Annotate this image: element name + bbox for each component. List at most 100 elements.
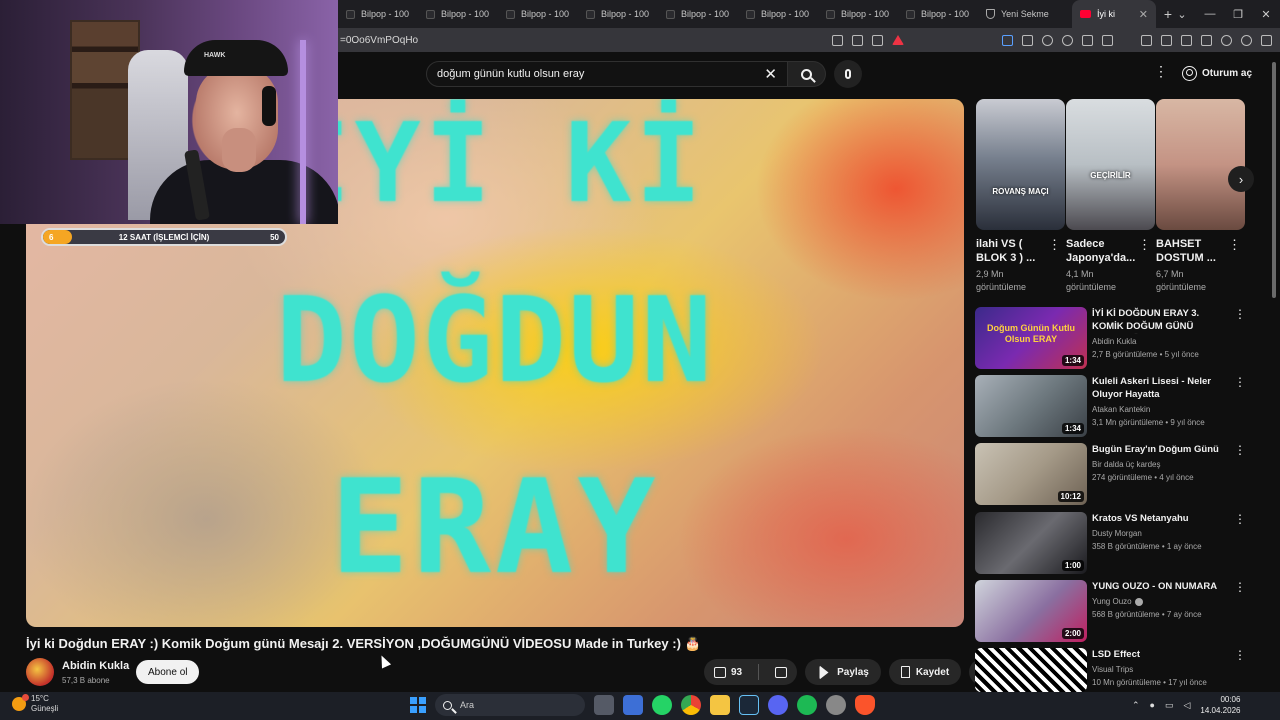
shield-icon[interactable] — [1241, 34, 1252, 46]
close-window-icon[interactable]: ✕ — [1252, 8, 1280, 21]
windows-start-icon[interactable] — [410, 697, 426, 713]
minimize-icon[interactable]: — — [1196, 8, 1224, 20]
close-tab-icon[interactable]: ✕ — [1139, 8, 1148, 21]
save-button[interactable]: Kaydet — [888, 659, 962, 685]
recommendation-thumbnail[interactable]: Doğum Günün Kutlu Olsun ERAY 1:34 — [975, 307, 1087, 369]
share-button[interactable]: Paylaş — [805, 659, 881, 685]
recommendation-channel[interactable]: Dusty Morgan — [1092, 529, 1142, 538]
extension-icon[interactable] — [1042, 34, 1053, 46]
channel-avatar[interactable] — [26, 658, 54, 686]
share-page-icon[interactable] — [852, 34, 863, 46]
url-field[interactable]: =0Oo6VmPOqHo — [340, 35, 832, 46]
sidebar-icon[interactable] — [1161, 34, 1172, 46]
short-menu-icon[interactable]: ⋮ — [1048, 237, 1061, 253]
screenshot-icon[interactable] — [1102, 34, 1113, 46]
recommendation-menu-icon[interactable]: ⋮ — [1234, 443, 1246, 457]
extension-icon[interactable] — [1002, 34, 1013, 46]
leo-ai-icon[interactable] — [1221, 34, 1232, 46]
chrome-icon[interactable] — [681, 695, 701, 715]
extension-icon[interactable] — [1022, 34, 1033, 46]
short-menu-icon[interactable]: ⋮ — [1228, 237, 1241, 253]
recommendation-channel[interactable]: Visual Trips — [1092, 665, 1133, 674]
recommendation-thumbnail[interactable]: 10:12 — [975, 443, 1087, 505]
browser-tab[interactable]: Bilpop - 100 — [578, 0, 658, 28]
recommendation-thumbnail[interactable]: 1:34 — [975, 375, 1087, 437]
short-thumbnail[interactable]: GEÇİRİLİR — [1066, 99, 1155, 230]
recommendation-thumbnail[interactable]: 1:00 — [975, 512, 1087, 574]
short-title[interactable]: ilahi VS ( BLOK 3 ) ... — [976, 237, 1046, 265]
recommendation-title[interactable]: Bugün Eray'ın Doğum Günü — [1092, 443, 1226, 456]
recommendation-thumbnail[interactable]: 2:00 — [975, 580, 1087, 642]
short-thumbnail[interactable] — [1156, 99, 1245, 230]
wallet-icon[interactable] — [1181, 34, 1192, 46]
extension-icon[interactable] — [1062, 34, 1073, 46]
browser-tab-active[interactable]: İyi ki ✕ — [1072, 0, 1156, 28]
obs-icon[interactable] — [826, 695, 846, 715]
browser-tab[interactable]: Bilpop - 100 — [738, 0, 818, 28]
search-button[interactable] — [788, 61, 826, 87]
recommendation-title[interactable]: YUNG OUZO - ON NUMARA — [1092, 580, 1226, 593]
page-scrollbar[interactable] — [1270, 52, 1278, 692]
scrollbar-thumb[interactable] — [1272, 62, 1276, 298]
store-icon[interactable] — [623, 695, 643, 715]
recommendation-item[interactable]: 1:34 Kuleli Askeri Lisesi - Neler Oluyor… — [975, 375, 1255, 437]
recommendation-channel[interactable]: Yung Ouzo — [1092, 597, 1143, 606]
tray-chevron-icon[interactable]: ⌃ — [1132, 700, 1140, 711]
recommendation-menu-icon[interactable]: ⋮ — [1234, 580, 1246, 594]
browser-tab[interactable]: Bilpop - 100 — [418, 0, 498, 28]
taskbar-search[interactable]: Ara — [435, 694, 585, 716]
browser-tab[interactable]: Bilpop - 100 — [658, 0, 738, 28]
recommendation-title[interactable]: Kuleli Askeri Lisesi - Neler Oluyor Haya… — [1092, 375, 1226, 401]
shorts-next-button[interactable]: › — [1228, 166, 1254, 192]
weather-widget[interactable]: 15°C Güneşli — [12, 694, 58, 714]
like-button[interactable]: 93 — [704, 659, 752, 685]
short-title[interactable]: Sadece Japonya'da... — [1066, 237, 1136, 265]
recommendation-menu-icon[interactable]: ⋮ — [1234, 307, 1246, 321]
short-item[interactable]: BAHSET DOSTUM ... 6,7 Mn görüntüleme ⋮ — [1156, 99, 1245, 294]
short-title[interactable]: BAHSET DOSTUM ... — [1156, 237, 1226, 265]
volume-icon[interactable]: ◁ — [1184, 700, 1191, 711]
network-icon[interactable]: ▭ — [1165, 700, 1174, 711]
short-item[interactable]: GEÇİRİLİR Sadece Japonya'da... 4,1 Mn gö… — [1066, 99, 1155, 294]
tab-search-icon[interactable]: ⌄ — [1168, 8, 1196, 21]
discord-icon[interactable] — [768, 695, 788, 715]
short-thumbnail[interactable]: ROVANŞ MAÇI — [976, 99, 1065, 230]
search-input[interactable]: doğum günün kutlu olsun eray ✕ — [426, 61, 788, 87]
microphone-icon[interactable]: ● — [1150, 700, 1155, 710]
file-explorer-icon[interactable] — [710, 695, 730, 715]
recommendation-menu-icon[interactable]: ⋮ — [1234, 512, 1246, 526]
clear-search-icon[interactable]: ✕ — [764, 65, 777, 83]
brave-shield-icon[interactable] — [872, 34, 883, 46]
clock[interactable]: 00:06 14.04.2026 — [1200, 694, 1240, 716]
recommendation-thumbnail[interactable] — [975, 648, 1087, 692]
brave-rewards-icon[interactable] — [892, 35, 904, 45]
browser-tab[interactable]: Bilpop - 100 — [338, 0, 418, 28]
recommendation-item[interactable]: 10:12 Bugün Eray'ın Doğum Günü Bir dalda… — [975, 443, 1255, 505]
recommendation-channel[interactable]: Bir dalda üç kardeş — [1092, 460, 1160, 469]
subscribe-button[interactable]: Abone ol — [136, 660, 200, 684]
recommendation-title[interactable]: Kratos VS Netanyahu — [1092, 512, 1226, 525]
short-menu-icon[interactable]: ⋮ — [1138, 237, 1151, 253]
voice-search-button[interactable] — [834, 60, 862, 88]
recommendation-title[interactable]: LSD Effect — [1092, 648, 1226, 661]
browser-tab[interactable]: Bilpop - 100 — [818, 0, 898, 28]
recommendation-item[interactable]: 1:00 Kratos VS Netanyahu Dusty Morgan 35… — [975, 512, 1255, 574]
whatsapp-icon[interactable] — [652, 695, 672, 715]
short-item[interactable]: ROVANŞ MAÇI ilahi VS ( BLOK 3 ) ... 2,9 … — [976, 99, 1065, 294]
browser-tab-new[interactable]: Yeni Sekme — [978, 0, 1072, 28]
recommendation-channel[interactable]: Atakan Kantekin — [1092, 405, 1150, 414]
recommendation-title[interactable]: İYİ Kİ DOĞDUN ERAY 3. KOMİK DOĞUM GÜNÜ M… — [1092, 307, 1226, 334]
channel-name[interactable]: Abidin Kukla — [62, 660, 129, 672]
spotify-icon[interactable] — [797, 695, 817, 715]
recommendation-channel[interactable]: Abidin Kukla — [1092, 337, 1136, 346]
brave-browser-icon[interactable] — [855, 695, 875, 715]
task-view-icon[interactable] — [594, 695, 614, 715]
menu-icon[interactable] — [1261, 34, 1272, 46]
browser-tab[interactable]: Bilpop - 100 — [498, 0, 578, 28]
settings-kebab-icon[interactable]: ⋮ — [1154, 64, 1168, 78]
music-icon[interactable] — [1141, 34, 1152, 46]
sign-in-button[interactable]: Oturum aç — [1182, 60, 1252, 86]
cast-icon[interactable] — [832, 34, 843, 46]
recommendation-item[interactable]: Doğum Günün Kutlu Olsun ERAY 1:34 İYİ Kİ… — [975, 307, 1255, 369]
steam-icon[interactable] — [739, 695, 759, 715]
